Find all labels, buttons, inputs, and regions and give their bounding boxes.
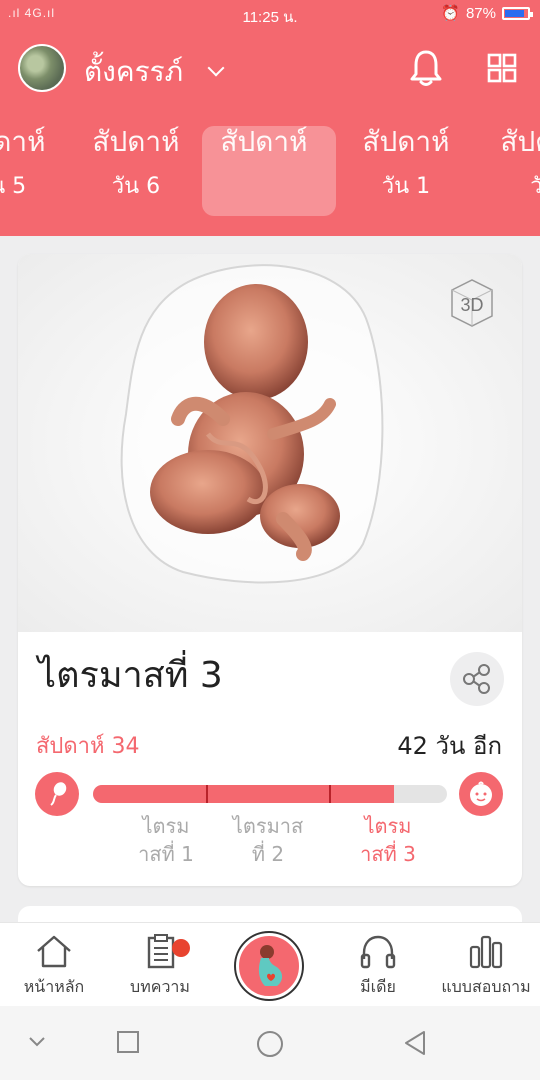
nav-survey-label: แบบสอบถาม (441, 977, 531, 996)
share-icon (463, 664, 490, 694)
baby-face-icon (459, 772, 503, 816)
alarm-icon: ⏰ (441, 5, 460, 22)
bell-icon[interactable] (408, 48, 444, 88)
week-label: สัปดาห์ 34 (36, 734, 140, 759)
day-selector: สัปดาห์ วัน 5 สัปดาห์ วัน 6 สัปดาห์ สัปด… (0, 108, 540, 236)
bottom-navigation: หน้าหลัก บทความ มีเดีย แบบสอบถาม (0, 922, 540, 1006)
3d-badge-label: 3D (460, 295, 483, 315)
trimester-1-text: ไตรม าสที่ 1 (138, 814, 194, 866)
battery-percent: 87% (465, 4, 496, 22)
trimester-2-label: ไตรมาส ที่ 2 (218, 812, 318, 868)
pregnancy-center-button[interactable] (236, 933, 302, 999)
pregnant-woman-icon (258, 945, 283, 986)
share-button[interactable] (450, 652, 504, 706)
days-remaining: 42 วัน อีก (397, 732, 502, 760)
pregnancy-card: 3D ไตรมาสที่ 3 สัปดาห์ 34 42 วัน อีก ไตร… (18, 254, 522, 886)
trimester-3-text: ไตรม าสที่ 3 (360, 814, 416, 866)
bar-chart-icon (469, 935, 503, 969)
nav-media[interactable]: มีเดีย (324, 933, 432, 1000)
day-item[interactable]: สัปดาห์ วัน 5 (0, 125, 72, 203)
fetus-3d-image[interactable]: 3D (18, 254, 522, 632)
sperm-icon (35, 772, 79, 816)
day-item[interactable]: สัปดาห์ วัน 6 (66, 125, 206, 203)
day-item[interactable]: สัปดาห์ วัน 1 (336, 125, 476, 203)
trimester-title: ไตรมาสที่ 3 (38, 655, 223, 696)
trimester-1-label: ไตรม าสที่ 1 (116, 812, 216, 868)
trimester-2-text: ไตรมาส ที่ 2 (232, 814, 304, 866)
collapse-icon[interactable] (26, 1030, 48, 1052)
back-icon[interactable] (402, 1030, 428, 1056)
trimester-3-label: ไตรม าสที่ 3 (338, 812, 438, 868)
day-item-selected[interactable]: สัปดาห์ (194, 125, 336, 216)
nav-articles[interactable]: บทความ (106, 933, 214, 1000)
nav-home-label: หน้าหลัก (23, 977, 85, 996)
page-title[interactable]: ตั้งครรภ์ (84, 50, 183, 94)
nav-home[interactable]: หน้าหลัก (0, 933, 108, 1000)
grid-menu-icon[interactable] (486, 52, 518, 84)
recent-apps-icon[interactable] (116, 1030, 140, 1054)
app-header: ตั้งครรภ์ (0, 30, 540, 108)
nav-media-label: มีเดีย (360, 977, 396, 996)
3d-view-icon[interactable]: 3D (442, 276, 502, 330)
nav-articles-label: บทความ (130, 977, 190, 996)
status-bar: .ıl 4G.ıl 11:25 น. ⏰ 87% (0, 0, 540, 30)
system-navigation-bar (0, 1006, 540, 1080)
battery-icon (502, 6, 533, 20)
headphones-icon (360, 935, 396, 969)
notification-dot (172, 939, 190, 957)
home-icon (37, 935, 71, 968)
pregnancy-progress-bar (93, 785, 447, 803)
nav-survey[interactable]: แบบสอบถาม (432, 933, 540, 1000)
home-system-icon[interactable] (256, 1030, 284, 1058)
chevron-down-icon[interactable] (207, 59, 225, 77)
day-item[interactable]: สัปดาห์ วัน (474, 125, 540, 203)
avatar[interactable] (18, 44, 66, 92)
